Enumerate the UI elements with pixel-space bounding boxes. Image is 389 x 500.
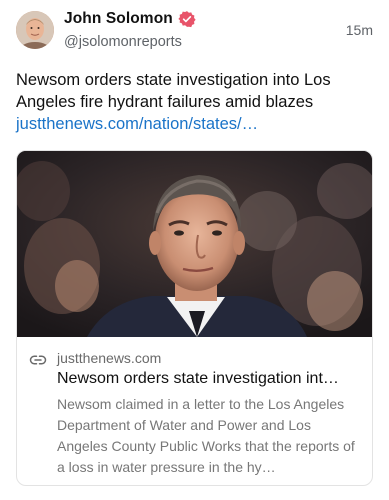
verified-badge-icon <box>178 10 196 28</box>
post-body: Newsom orders state investigation into L… <box>16 69 375 135</box>
card-title[interactable]: Newsom orders state investigation int… <box>57 368 360 390</box>
post-link[interactable]: justthenews.com/nation/states/… <box>16 113 375 135</box>
name-row: John Solomon <box>64 10 196 28</box>
user-handle[interactable]: @jsolomonreports <box>64 34 182 50</box>
link-icon <box>29 351 47 369</box>
post-text: Newsom orders state investigation into L… <box>16 71 331 111</box>
link-preview-card[interactable]: justthenews.com Newsom orders state inve… <box>16 150 373 486</box>
avatar[interactable] <box>16 11 54 49</box>
post-header: John Solomon @jsolomonreports 15m <box>16 10 373 54</box>
post[interactable]: John Solomon @jsolomonreports 15m Newsom… <box>0 0 389 500</box>
card-domain: justthenews.com <box>57 350 162 366</box>
card-body: justthenews.com Newsom orders state inve… <box>17 337 372 478</box>
card-description: Newsom claimed in a letter to the Los An… <box>57 396 355 475</box>
post-timestamp: 15m <box>345 22 373 38</box>
display-name[interactable]: John Solomon <box>64 10 173 28</box>
card-image[interactable] <box>17 151 372 337</box>
